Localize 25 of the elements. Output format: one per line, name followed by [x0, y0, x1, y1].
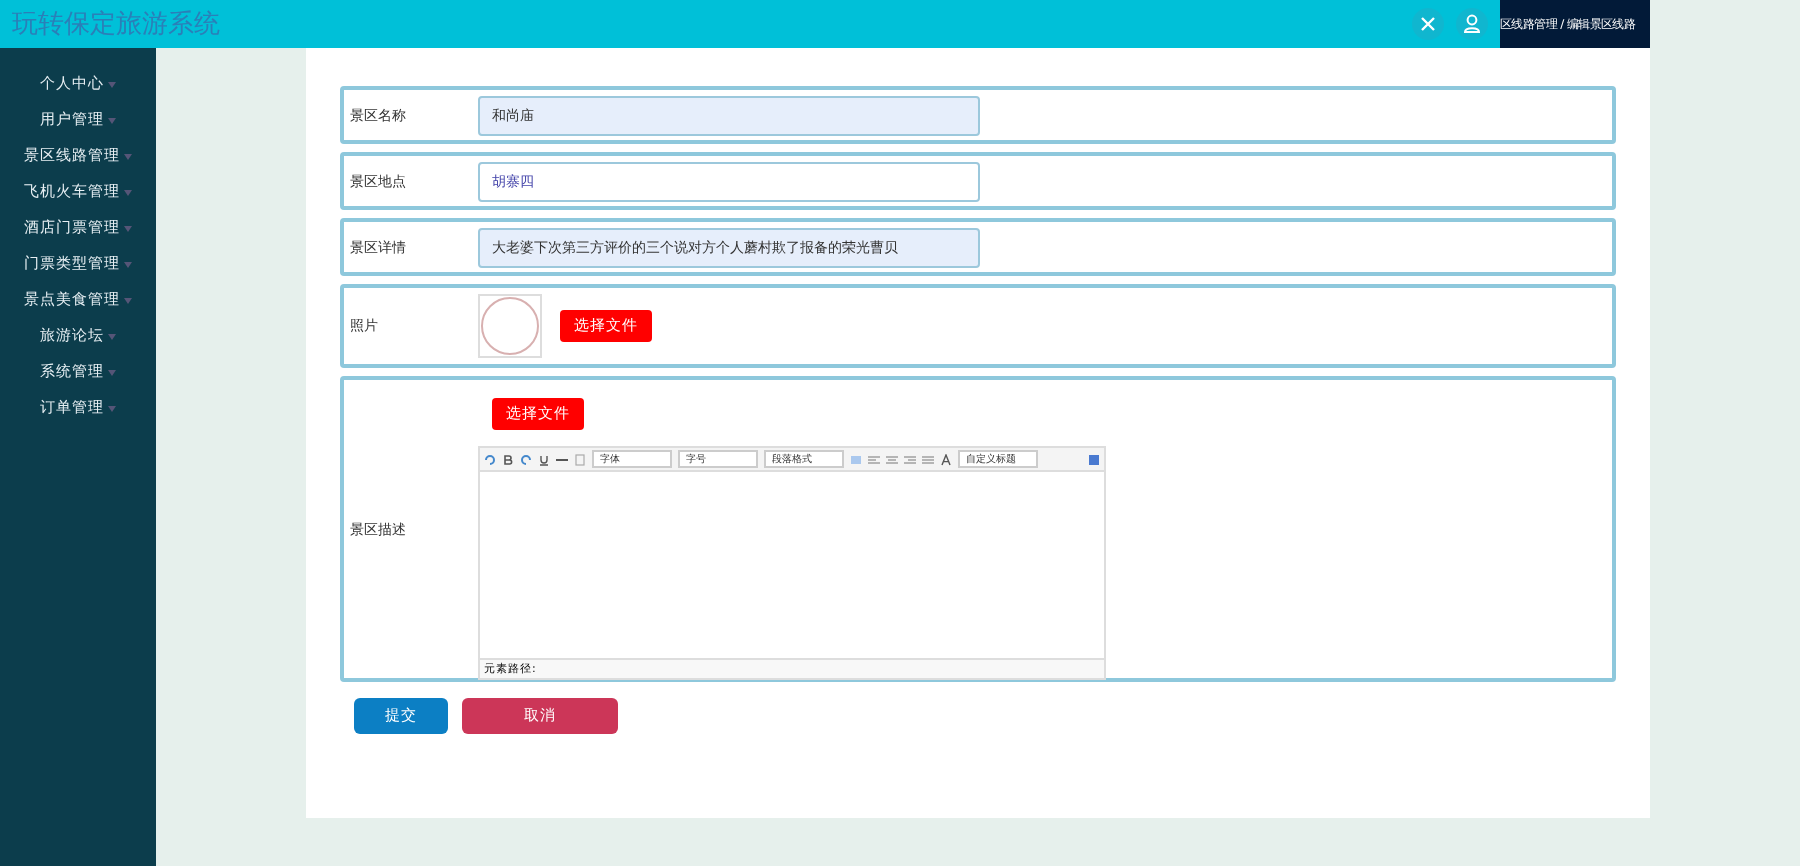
caret-icon	[108, 117, 116, 123]
caret-icon	[108, 333, 116, 339]
justify-icon[interactable]	[922, 453, 934, 465]
caret-icon	[108, 81, 116, 87]
caret-icon	[108, 369, 116, 375]
underline-icon[interactable]	[538, 453, 550, 465]
align-icon[interactable]	[904, 453, 916, 465]
user-icon[interactable]	[1456, 8, 1488, 40]
caret-icon	[124, 261, 132, 267]
caret-icon	[124, 225, 132, 231]
align-icon[interactable]	[868, 453, 880, 465]
image-placeholder	[478, 294, 542, 358]
table-icon[interactable]	[850, 453, 862, 465]
align-icon[interactable]	[886, 453, 898, 465]
caret-icon	[124, 153, 132, 159]
redo-icon[interactable]	[520, 453, 532, 465]
horizontal-rule-icon[interactable]	[556, 453, 568, 465]
caret-icon	[124, 297, 132, 303]
bold-icon[interactable]	[502, 453, 514, 465]
app-title: 玩转保定旅游系统	[10, 8, 220, 42]
caret-icon	[108, 405, 116, 411]
page-icon[interactable]	[574, 453, 586, 465]
font-color-icon[interactable]	[940, 453, 952, 465]
undo-icon[interactable]	[484, 453, 496, 465]
caret-icon	[124, 189, 132, 195]
